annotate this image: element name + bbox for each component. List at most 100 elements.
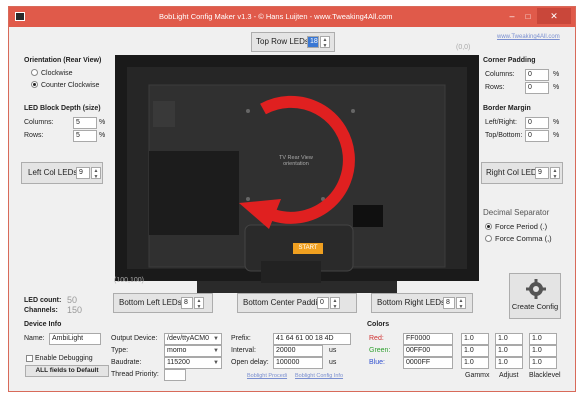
baudrate-value: 115200 bbox=[167, 359, 190, 366]
border-margin-lr-label: Left/Right: bbox=[485, 119, 517, 126]
green-blacklevel-input[interactable]: 1.0 bbox=[529, 345, 557, 357]
border-margin-lr-input[interactable]: 0 bbox=[525, 117, 549, 129]
bottom-right-leds-label: Bottom Right LEDs bbox=[377, 298, 446, 307]
red-adjust-input[interactable]: 1.0 bbox=[495, 333, 523, 345]
blue-hex-input[interactable]: 0000FF bbox=[403, 357, 453, 369]
corner-padding-rows-unit: % bbox=[553, 84, 560, 91]
device-info-title: Device Info bbox=[24, 321, 62, 328]
open-delay-label: Open delay: bbox=[231, 359, 269, 366]
left-col-leds-spinner[interactable]: ▲ ▼ bbox=[91, 167, 101, 180]
minimize-button[interactable]: – bbox=[505, 11, 519, 23]
corner-padding-columns-unit: % bbox=[553, 71, 560, 78]
bottom-left-leds-input[interactable]: 8 bbox=[181, 297, 193, 309]
left-col-leds-label: Left Col LEDs bbox=[28, 168, 78, 177]
border-margin-tb-input[interactable]: 0 bbox=[525, 130, 549, 142]
close-button[interactable]: ✕ bbox=[537, 8, 571, 24]
right-col-leds-label: Right Col LED: bbox=[486, 168, 539, 177]
corner-padding-rows-input[interactable]: 0 bbox=[525, 82, 549, 94]
block-depth-columns-input[interactable]: 5 bbox=[73, 117, 97, 129]
green-gamma-input[interactable]: 1.0 bbox=[461, 345, 489, 357]
block-depth-columns-unit: % bbox=[99, 119, 106, 126]
blue-gamma-input[interactable]: 1.0 bbox=[461, 357, 489, 369]
type-value: momo bbox=[167, 347, 187, 354]
red-label: Red: bbox=[369, 335, 384, 342]
interval-input[interactable]: 20000 bbox=[273, 345, 323, 357]
maximize-button[interactable]: □ bbox=[521, 11, 535, 23]
green-adjust-input[interactable]: 1.0 bbox=[495, 345, 523, 357]
prefix-input[interactable]: 41 64 61 00 18 4D bbox=[273, 333, 351, 345]
corner-padding-columns-label: Columns: bbox=[485, 71, 515, 78]
bottom-center-padding-input[interactable]: 0 bbox=[317, 297, 329, 309]
force-period-radio[interactable] bbox=[485, 223, 492, 230]
all-fields-default-button[interactable]: ALL fields to Default bbox=[25, 365, 109, 377]
blue-adjust-input[interactable]: 1.0 bbox=[495, 357, 523, 369]
open-delay-input[interactable]: 100000 bbox=[273, 357, 323, 369]
device-name-label: Name: bbox=[24, 335, 45, 342]
left-col-leds-input[interactable]: 9 bbox=[76, 167, 90, 179]
boblight-procedi-link[interactable]: Boblight Procedi bbox=[247, 373, 287, 379]
tv-rear-view-image bbox=[113, 53, 481, 293]
orientation-counter-clockwise-label: Counter Clockwise bbox=[41, 82, 100, 89]
baudrate-label: Baudrate: bbox=[111, 359, 142, 366]
border-margin-title: Border Margin bbox=[483, 105, 531, 112]
red-blacklevel-input[interactable]: 1.0 bbox=[529, 333, 557, 345]
baudrate-select[interactable]: 115200 ▼ bbox=[164, 357, 222, 369]
blue-blacklevel-input[interactable]: 1.0 bbox=[529, 357, 557, 369]
right-col-leds-spinner[interactable]: ▲ ▼ bbox=[550, 167, 560, 180]
create-config-button[interactable]: Create Config bbox=[509, 273, 561, 319]
block-depth-rows-label: Rows: bbox=[24, 132, 44, 139]
gear-icon bbox=[526, 279, 546, 299]
output-device-value: /dev/ttyACM0 bbox=[167, 335, 210, 342]
window-title: BobLight Config Maker v1.3 - © Hans Luij… bbox=[159, 12, 393, 21]
bottom-center-padding-spinner[interactable]: ▲ ▼ bbox=[330, 297, 340, 310]
force-period-label: Force Period (.) bbox=[495, 222, 548, 231]
tv-orientation-text: TV Rear View orientation bbox=[279, 155, 313, 167]
border-margin-tb-unit: % bbox=[553, 132, 560, 139]
right-col-leds-input[interactable]: 9 bbox=[535, 167, 549, 179]
colors-title: Colors bbox=[367, 321, 390, 328]
gamma-header: Gammx bbox=[465, 372, 490, 379]
bottom-left-leds-spinner[interactable]: ▲ ▼ bbox=[194, 297, 204, 310]
adjust-header: Adjust bbox=[499, 372, 519, 379]
bottom-left-leds-label: Bottom Left LEDs bbox=[119, 298, 182, 307]
thread-priority-label: Thread Priority: bbox=[111, 371, 159, 378]
start-marker: START bbox=[293, 243, 323, 254]
chevron-down-icon: ▼ bbox=[213, 360, 219, 366]
device-name-input[interactable]: AmbiLight bbox=[49, 333, 101, 345]
tweaking4all-link[interactable]: www.Tweaking4All.com bbox=[497, 34, 560, 40]
led-count-value: 50 bbox=[67, 295, 78, 305]
enable-debugging-checkbox[interactable] bbox=[26, 355, 33, 362]
red-gamma-input[interactable]: 1.0 bbox=[461, 333, 489, 345]
type-label: Type: bbox=[111, 347, 129, 354]
orientation-counter-clockwise-radio[interactable] bbox=[31, 81, 38, 88]
block-depth-rows-unit: % bbox=[99, 132, 106, 139]
top-row-leds-spinner[interactable]: ▲ ▼ bbox=[320, 36, 330, 49]
open-delay-unit: us bbox=[329, 359, 337, 366]
orientation-title: Orientation (Rear View) bbox=[24, 57, 102, 64]
type-select[interactable]: momo ▼ bbox=[164, 345, 222, 357]
prefix-label: Prefix: bbox=[231, 335, 251, 342]
boblight-config-info-link[interactable]: Boblight Config Info bbox=[295, 373, 343, 379]
orientation-clockwise-radio[interactable] bbox=[31, 69, 38, 76]
blue-label: Blue: bbox=[369, 359, 385, 366]
top-row-leds-label: Top Row LEDs: bbox=[256, 37, 312, 46]
coord-bottom-left: (100,100) bbox=[114, 277, 144, 284]
chevron-down-icon: ▼ bbox=[213, 348, 219, 354]
green-label: Green: bbox=[369, 347, 391, 354]
bottom-right-leds-input[interactable]: 8 bbox=[443, 297, 455, 309]
output-device-select[interactable]: /dev/ttyACM0 ▼ bbox=[164, 333, 222, 345]
block-depth-title: LED Block Depth (size) bbox=[24, 105, 101, 112]
green-hex-input[interactable]: 00FF00 bbox=[403, 345, 453, 357]
block-depth-rows-input[interactable]: 5 bbox=[73, 130, 97, 142]
top-row-leds-input[interactable]: 18 bbox=[307, 36, 319, 48]
app-icon bbox=[15, 12, 25, 21]
corner-padding-columns-input[interactable]: 0 bbox=[525, 69, 549, 81]
force-comma-radio[interactable] bbox=[485, 235, 492, 242]
corner-padding-rows-label: Rows: bbox=[485, 84, 505, 91]
channels-value: 150 bbox=[67, 305, 83, 315]
orientation-clockwise-label: Clockwise bbox=[41, 70, 73, 77]
thread-priority-input[interactable] bbox=[164, 369, 186, 381]
red-hex-input[interactable]: FF0000 bbox=[403, 333, 453, 345]
enable-debugging-label: Enable Debugging bbox=[35, 355, 93, 362]
bottom-right-leds-spinner[interactable]: ▲ ▼ bbox=[456, 297, 466, 310]
